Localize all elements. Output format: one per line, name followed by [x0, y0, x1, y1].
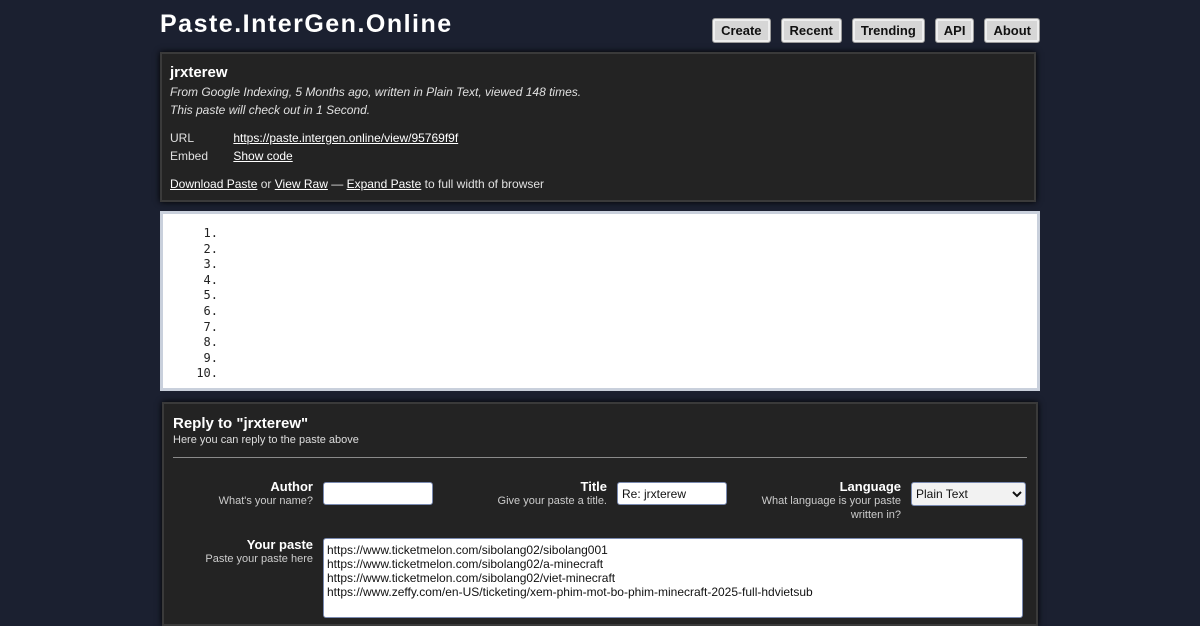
language-label: Language: [839, 479, 901, 494]
paste-url-link[interactable]: https://paste.intergen.online/view/95769…: [233, 131, 458, 145]
paste-textarea[interactable]: https://www.ticketmelon.com/sibolang02/s…: [323, 538, 1023, 618]
site-logo[interactable]: Paste.InterGen.Online: [160, 10, 453, 39]
line-number: 9.: [203, 350, 218, 365]
code-view: 1. 2. 3. 4. 5. 6. 7. 8. 9. 10.: [160, 211, 1040, 391]
paste-label-group: Your paste Paste your paste here: [173, 537, 313, 566]
line-number: 1.: [203, 226, 218, 240]
paste-line: https://www.zeffy.com/en-US/ticketing/xe…: [327, 585, 813, 599]
author-label: Author: [270, 479, 313, 494]
line-number: 8.: [203, 335, 218, 350]
embed-row: Embed Show code: [170, 149, 293, 163]
paste-line: https://www.ticketmelon.com/sibolang02/v…: [327, 571, 616, 585]
language-hint: What language is your paste written in?: [761, 495, 901, 521]
paste-info-panel: jrxterew From Google Indexing, 5 Months …: [160, 52, 1036, 202]
expand-suffix-text: to full width of browser: [424, 177, 545, 191]
line-number: 5.: [203, 288, 218, 303]
language-select[interactable]: Plain Text: [911, 482, 1026, 506]
nav-create-button[interactable]: Create: [712, 18, 771, 43]
url-label: URL: [170, 131, 195, 145]
your-paste-label: Your paste: [246, 537, 313, 552]
line-number: 4.: [203, 272, 218, 287]
line-number: 3.: [203, 257, 218, 272]
paste-line: https://www.ticketmelon.com/sibolang02/a…: [327, 557, 604, 571]
paste-meta: From Google Indexing, 5 Months ago, writ…: [170, 85, 582, 99]
or-text: or: [260, 177, 272, 191]
language-label-group: Language What language is your paste wri…: [751, 479, 901, 522]
nav-api-button[interactable]: API: [934, 18, 975, 43]
author-hint: What's your name?: [218, 495, 313, 507]
paste-expiry: This paste will check out in 1 Second.: [170, 103, 371, 117]
title-label-group: Title Give your paste a title.: [464, 479, 607, 508]
dash-text: —: [331, 177, 344, 191]
line-number: 6.: [203, 303, 218, 318]
author-input[interactable]: [323, 482, 433, 505]
title-input[interactable]: [617, 482, 727, 505]
title-label: Title: [580, 479, 608, 494]
author-label-group: Author What's your name?: [173, 479, 313, 508]
paste-line: https://www.ticketmelon.com/sibolang02/s…: [327, 543, 608, 557]
line-number: 2.: [203, 241, 218, 256]
main-nav: Create Recent Trending API About: [712, 18, 1040, 43]
reply-panel: Reply to "jrxterew" Here you can reply t…: [162, 402, 1038, 626]
url-row: URL https://paste.intergen.online/view/9…: [170, 131, 458, 145]
show-code-link[interactable]: Show code: [233, 149, 292, 163]
nav-about-button[interactable]: About: [984, 18, 1040, 43]
download-paste-link[interactable]: Download Paste: [170, 177, 257, 191]
reply-title: Reply to "jrxterew": [173, 415, 309, 432]
nav-recent-button[interactable]: Recent: [780, 18, 842, 43]
nav-trending-button[interactable]: Trending: [851, 18, 925, 43]
paste-actions: Download Paste or View Raw — Expand Past…: [170, 177, 544, 191]
embed-label: Embed: [170, 149, 209, 163]
paste-title: jrxterew: [170, 64, 228, 81]
line-numbers: 1. 2. 3. 4. 5. 6. 7. 8. 9. 10.: [163, 226, 218, 382]
your-paste-hint: Paste your paste here: [205, 553, 313, 565]
line-number: 10.: [196, 366, 218, 381]
reply-divider: [173, 457, 1027, 458]
title-hint: Give your paste a title.: [497, 495, 607, 507]
view-raw-link[interactable]: View Raw: [275, 177, 328, 191]
line-number: 7.: [203, 319, 218, 334]
reply-subtitle: Here you can reply to the paste above: [173, 434, 359, 446]
expand-paste-link[interactable]: Expand Paste: [347, 177, 422, 191]
